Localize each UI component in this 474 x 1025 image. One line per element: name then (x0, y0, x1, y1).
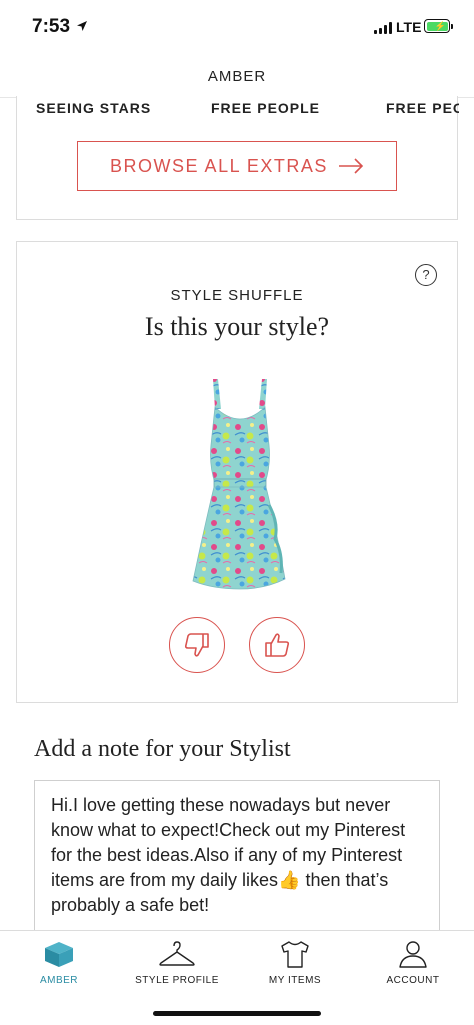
tab-account[interactable]: ACCOUNT (354, 939, 472, 999)
tab-label: MY ITEMS (268, 975, 322, 986)
tab-label: STYLE PROFILE (135, 975, 219, 986)
brand-item[interactable]: FREE PEOPLE (211, 100, 320, 116)
shirt-icon (281, 941, 309, 968)
brand-item[interactable]: FREE PEO (386, 100, 459, 116)
location-arrow-icon (77, 21, 87, 31)
arrow-right-icon (338, 158, 364, 174)
tab-my-items[interactable]: MY ITEMS (236, 939, 354, 999)
style-shuffle-label: STYLE SHUFFLE (170, 287, 304, 304)
thumbs-up-button[interactable] (249, 617, 305, 673)
thumbs-up-icon (265, 633, 290, 657)
help-icon[interactable]: ? (415, 264, 437, 286)
status-time: 7:53 (32, 16, 71, 37)
nav-header: AMBER (0, 56, 474, 98)
brand-item[interactable]: SEEING STARS (36, 100, 151, 116)
style-shuffle-question: Is this your style? (144, 312, 330, 341)
thumbs-down-icon (184, 633, 209, 657)
stylist-note-input[interactable]: Hi.I love getting these nowadays but nev… (34, 780, 440, 940)
dress-image (192, 379, 286, 590)
box-icon (45, 942, 73, 967)
network-label: LTE (396, 19, 422, 35)
hanger-icon (159, 941, 195, 966)
stylist-note-text: Hi.I love getting these nowadays but nev… (51, 795, 406, 915)
home-indicator (153, 1011, 321, 1016)
page-title: AMBER (207, 68, 267, 85)
style-shuffle-card: ? STYLE SHUFFLE Is this your style? (16, 241, 458, 703)
browse-all-extras-button[interactable]: BROWSE ALL EXTRAS (77, 141, 397, 191)
browse-all-extras-label: BROWSE ALL EXTRAS (110, 155, 328, 176)
tab-label: ACCOUNT (386, 975, 440, 986)
person-icon (399, 941, 427, 968)
battery-charging-icon: ⚡ (424, 19, 453, 33)
status-bar: 7:53 LTE ⚡ (0, 0, 474, 56)
note-title: Add a note for your Stylist (34, 736, 291, 762)
tab-label: AMBER (39, 975, 79, 986)
extras-card: SEEING STARS FREE PEOPLE FREE PEO BROWSE… (16, 96, 459, 220)
thumbs-down-button[interactable] (169, 617, 225, 673)
signal-icon (374, 22, 392, 34)
brand-carousel[interactable]: SEEING STARS FREE PEOPLE FREE PEO (17, 100, 459, 120)
tab-style-profile[interactable]: STYLE PROFILE (118, 939, 236, 999)
tab-amber[interactable]: AMBER (0, 939, 118, 999)
